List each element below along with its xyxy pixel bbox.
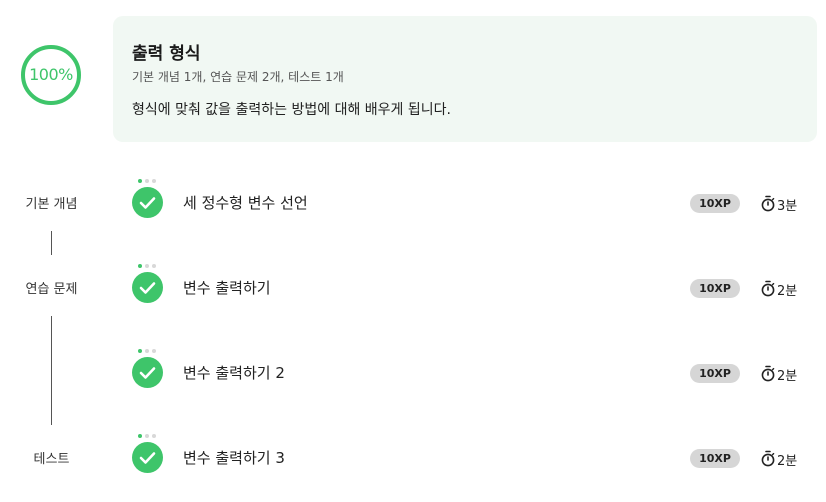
xp-badge: 10XP xyxy=(690,194,740,213)
lesson-step-dots xyxy=(138,349,160,355)
check-icon xyxy=(132,187,163,218)
progress-percent: 100% xyxy=(29,65,73,84)
chapter-description: 형식에 맞춰 값을 출력하는 방법에 대해 배우게 됩니다. xyxy=(132,102,451,118)
lesson-row[interactable]: 변수 출력하기 3 10XP 2분 xyxy=(0,432,826,492)
check-icon xyxy=(132,272,163,303)
stopwatch-icon xyxy=(761,365,775,382)
xp-badge: 10XP xyxy=(690,364,740,383)
lesson-row[interactable]: 세 정수형 변수 선언 10XP 3분 xyxy=(0,177,826,237)
lesson-time: 2분 xyxy=(777,284,798,299)
lesson-title: 변수 출력하기 xyxy=(183,279,271,297)
lesson-time: 3분 xyxy=(777,199,798,214)
lesson-step-dots xyxy=(138,434,160,440)
lesson-step-dots xyxy=(138,179,160,185)
progress-ring: 100% xyxy=(20,44,82,106)
lesson-time: 2분 xyxy=(777,454,798,469)
stopwatch-icon xyxy=(761,195,775,212)
lesson-title: 변수 출력하기 3 xyxy=(183,449,285,467)
check-icon xyxy=(132,357,163,388)
chapter-title: 출력 형식 xyxy=(132,44,201,64)
lesson-step-dots xyxy=(138,264,160,270)
xp-badge: 10XP xyxy=(690,279,740,298)
xp-badge: 10XP xyxy=(690,449,740,468)
lesson-row[interactable]: 변수 출력하기 2 10XP 2분 xyxy=(0,347,826,407)
chapter-summary: 기본 개념 1개, 연습 문제 2개, 테스트 1개 xyxy=(132,70,344,84)
lesson-row[interactable]: 변수 출력하기 10XP 2분 xyxy=(0,262,826,322)
stopwatch-icon xyxy=(761,280,775,297)
lesson-time: 2분 xyxy=(777,369,798,384)
check-icon xyxy=(132,442,163,473)
lesson-title: 변수 출력하기 2 xyxy=(183,364,285,382)
stopwatch-icon xyxy=(761,450,775,467)
lesson-title: 세 정수형 변수 선언 xyxy=(183,194,308,212)
chapter-info-card: 출력 형식 기본 개념 1개, 연습 문제 2개, 테스트 1개 형식에 맞춰 … xyxy=(113,16,817,142)
